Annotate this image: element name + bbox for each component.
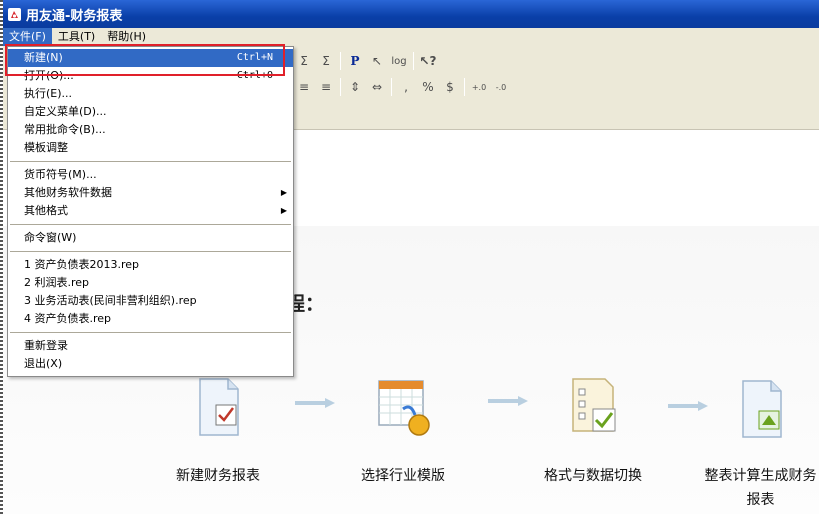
file-menu-dropdown: 新建(N) Ctrl+N 打开(O)... Ctrl+O 执行(E)... 自定…: [7, 46, 294, 377]
menu-item-label: 执行(E)...: [24, 87, 73, 100]
step-select-template[interactable]: 选择行业模版: [333, 375, 473, 488]
menu-item-other-formats[interactable]: 其他格式 ▶: [8, 202, 293, 220]
menu-item-exit[interactable]: 退出(X): [8, 355, 293, 373]
submenu-arrow-icon: ▶: [280, 188, 287, 197]
help-pointer-icon[interactable]: ↖?: [418, 51, 438, 71]
align-right-icon[interactable]: ≡: [316, 77, 336, 97]
comma-style-icon[interactable]: ,: [396, 77, 416, 97]
menu-item-custom-menu[interactable]: 自定义菜单(D)...: [8, 103, 293, 121]
menu-item-label: 4 资产负债表.rep: [24, 312, 112, 325]
step-label: 选择行业模版: [361, 468, 445, 484]
menu-item-label: 货币符号(M)...: [24, 168, 97, 181]
toolbar-row-2: ≡ ≡ ⇕ ⇔ , % $ +.0 -.0: [293, 76, 512, 98]
horizontal-align-icon[interactable]: ⇔: [367, 77, 387, 97]
menu-item-label: 重新登录: [24, 339, 68, 352]
menu-item-label: 退出(X): [24, 357, 63, 370]
menu-item-recent-2[interactable]: 2 利润表.rep: [8, 274, 293, 292]
menu-item-currency-symbol[interactable]: 货币符号(M)...: [8, 166, 293, 184]
menu-separator: [8, 220, 293, 229]
toolbar-separator: [340, 78, 341, 96]
increase-decimal-icon[interactable]: +.0: [469, 77, 489, 97]
menu-help[interactable]: 帮助(H): [101, 28, 152, 46]
pointer-icon[interactable]: ↖: [367, 51, 387, 71]
menu-separator: [8, 328, 293, 337]
flow-arrow-icon: [668, 401, 708, 411]
new-document-icon: [199, 378, 239, 436]
menu-item-recent-3[interactable]: 3 业务活动表(民间非营利组织).rep: [8, 292, 293, 310]
menu-tools[interactable]: 工具(T): [52, 28, 101, 46]
submenu-arrow-icon: ▶: [280, 206, 287, 215]
step-new-report[interactable]: 新建财务报表: [148, 375, 288, 488]
generate-report-icon: [741, 380, 782, 438]
toolbar-separator: [413, 52, 414, 70]
step-label: 整表计算生成财务报表: [704, 468, 817, 508]
title-bar[interactable]: 用友通-财务报表: [3, 0, 819, 28]
menu-item-command-window[interactable]: 命令窗(W): [8, 229, 293, 247]
flow-arrow-icon: [295, 398, 335, 408]
step-label: 新建财务报表: [176, 468, 260, 484]
menu-file[interactable]: 文件(F): [3, 28, 52, 46]
step-format-data-switch[interactable]: 格式与数据切换: [523, 375, 663, 488]
menu-separator: [8, 247, 293, 256]
sum-down-icon[interactable]: Σ: [316, 51, 336, 71]
percent-icon[interactable]: %: [418, 77, 438, 97]
menu-item-recent-1[interactable]: 1 资产负债表2013.rep: [8, 256, 293, 274]
toolbar-separator: [340, 52, 341, 70]
flow-arrow-icon: [488, 396, 528, 406]
sum-icon[interactable]: Σ: [294, 51, 314, 71]
menu-item-other-software-data[interactable]: 其他财务软件数据 ▶: [8, 184, 293, 202]
checklist-icon: [572, 378, 616, 432]
menu-item-new[interactable]: 新建(N) Ctrl+N: [8, 49, 293, 67]
menu-separator: [8, 157, 293, 166]
step-calculate-report[interactable]: 整表计算生成财务报表: [703, 377, 818, 512]
window-title: 用友通-财务报表: [26, 8, 123, 24]
currency-icon[interactable]: $: [440, 77, 460, 97]
menu-item-label: 其他财务软件数据: [24, 186, 112, 199]
menu-item-label: 新建(N): [24, 51, 63, 64]
toolbar-separator: [391, 78, 392, 96]
menu-item-label: 命令窗(W): [24, 231, 77, 244]
menu-item-label: 常用批命令(B)...: [24, 123, 106, 136]
menu-item-label: 打开(O)...: [24, 69, 74, 82]
log-icon[interactable]: log: [389, 51, 409, 71]
vertical-align-icon[interactable]: ⇕: [345, 77, 365, 97]
print-preview-icon[interactable]: P: [345, 51, 365, 71]
menu-item-template-adjust[interactable]: 模板调整: [8, 139, 293, 157]
step-label: 格式与数据切换: [544, 468, 642, 484]
menu-item-label: 模板调整: [24, 141, 68, 154]
align-center-icon[interactable]: ≡: [294, 77, 314, 97]
menu-item-shortcut: Ctrl+O: [236, 70, 273, 81]
menu-item-label: 2 利润表.rep: [24, 276, 90, 289]
decrease-decimal-icon[interactable]: -.0: [491, 77, 511, 97]
app-icon: [8, 7, 21, 21]
menu-item-recent-4[interactable]: 4 资产负债表.rep: [8, 310, 293, 328]
toolbar-separator: [464, 78, 465, 96]
menu-item-shortcut: Ctrl+N: [236, 52, 273, 63]
template-calendar-icon: [378, 380, 430, 436]
menu-item-execute[interactable]: 执行(E)...: [8, 85, 293, 103]
menu-item-label: 自定义菜单(D)...: [24, 105, 107, 118]
menu-item-relogin[interactable]: 重新登录: [8, 337, 293, 355]
menu-item-label: 其他格式: [24, 204, 68, 217]
menu-item-label: 1 资产负债表2013.rep: [24, 258, 140, 271]
menu-item-label: 3 业务活动表(民间非营利组织).rep: [24, 294, 197, 307]
toolbar-row-1: Σ Σ P ↖ log ↖?: [293, 50, 439, 72]
menu-item-open[interactable]: 打开(O)... Ctrl+O: [8, 67, 293, 85]
menu-bar: 文件(F) 工具(T) 帮助(H): [3, 28, 819, 46]
menu-item-batch-commands[interactable]: 常用批命令(B)...: [8, 121, 293, 139]
